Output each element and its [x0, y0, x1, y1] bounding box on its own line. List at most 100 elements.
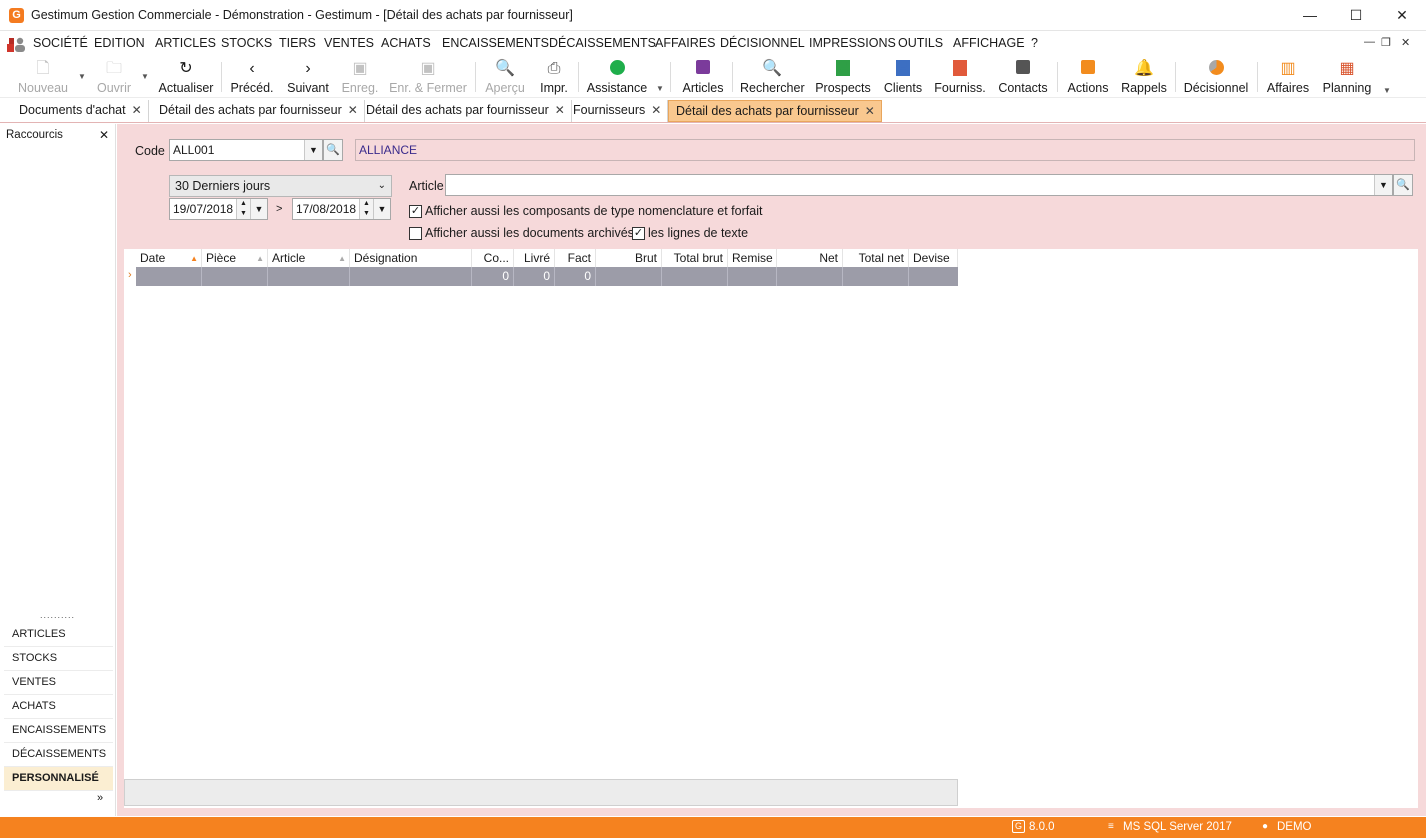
menu-impressions[interactable]: IMPRESSIONS	[809, 36, 896, 50]
new-dropdown-icon[interactable]: ▼	[78, 72, 86, 81]
tab-documents-achat[interactable]: Documents d'achat ✕	[19, 100, 149, 122]
column-header-remise[interactable]: Remise	[728, 249, 777, 267]
date-from-spinner[interactable]: ▲ ▼	[236, 199, 250, 219]
assistance-button[interactable]: Assistance	[586, 56, 648, 98]
minimize-button[interactable]: —	[1287, 0, 1333, 31]
tab-fournisseurs[interactable]: Fournisseurs ✕	[573, 100, 669, 122]
chevron-down-icon[interactable]: ▼	[1374, 175, 1392, 195]
suppliers-button[interactable]: Fourniss.	[934, 56, 986, 98]
menu-affichage[interactable]: AFFICHAGE	[953, 36, 1025, 50]
menu-outils[interactable]: OUTILS	[898, 36, 943, 50]
period-select[interactable]: 30 Derniers jours ⌄	[169, 175, 392, 197]
sidebar-item-stocks[interactable]: STOCKS	[4, 647, 113, 671]
menu-affaires[interactable]: AFFAIRES	[655, 36, 715, 50]
column-header-designation[interactable]: Désignation	[350, 249, 472, 267]
affaires-button[interactable]: ▥ Affaires	[1265, 56, 1311, 98]
column-header-total-net[interactable]: Total net	[843, 249, 909, 267]
cell-designation[interactable]	[350, 267, 472, 286]
column-header-fact[interactable]: Fact	[555, 249, 596, 267]
chevron-down-icon[interactable]: ▼	[250, 199, 267, 219]
mdi-minimize-button[interactable]: —	[1364, 36, 1375, 48]
tab-detail-achats-1[interactable]: Détail des achats par fournisseur ✕	[159, 100, 365, 122]
save-button[interactable]: ▣ Enreg.	[339, 56, 381, 98]
column-header-net[interactable]: Net	[777, 249, 843, 267]
menu-tiers[interactable]: TIERS	[279, 36, 316, 50]
toolbar-overflow-icon[interactable]: ▼	[1383, 86, 1391, 95]
decisionnel-button[interactable]: Décisionnel	[1183, 56, 1249, 98]
code-field[interactable]: ALL001 ▼	[169, 139, 323, 161]
menu-stocks[interactable]: STOCKS	[221, 36, 272, 50]
menu-decisionnel[interactable]: DÉCISIONNEL	[720, 36, 805, 50]
close-icon[interactable]: ✕	[132, 103, 142, 117]
cell-brut[interactable]	[596, 267, 662, 286]
column-header-brut[interactable]: Brut	[596, 249, 662, 267]
menu-societe[interactable]: SOCIÉTÉ	[33, 36, 88, 50]
reminders-button[interactable]: 🔔 Rappels	[1121, 56, 1167, 98]
sidebar-item-ventes[interactable]: VENTES	[4, 671, 113, 695]
mdi-restore-button[interactable]: ❐	[1381, 36, 1391, 49]
close-button[interactable]: ✕	[1379, 0, 1425, 31]
date-from-field[interactable]: 19/07/2018 ▲ ▼ ▼	[169, 198, 268, 220]
open-dropdown-icon[interactable]: ▼	[141, 72, 149, 81]
cell-piece[interactable]	[202, 267, 268, 286]
table-row[interactable]: 0 0 0	[136, 267, 958, 286]
contacts-button[interactable]: Contacts	[997, 56, 1049, 98]
menu-help[interactable]: ?	[1031, 36, 1038, 50]
close-icon[interactable]: ✕	[865, 104, 875, 118]
sidebar-item-achats[interactable]: ACHATS	[4, 695, 113, 719]
toolbar-overflow-icon[interactable]: ▼	[656, 84, 664, 93]
article-search-button[interactable]: 🔍	[1393, 174, 1413, 196]
menu-edition[interactable]: EDITION	[94, 36, 145, 50]
purchases-grid[interactable]: Date ▲ Pièce ▲ Article ▲ Désignation Co... …	[124, 249, 1418, 808]
date-to-field[interactable]: 17/08/2018 ▲ ▼ ▼	[292, 198, 391, 220]
menu-decaissements[interactable]: DÉCAISSEMENTS	[549, 36, 656, 50]
refresh-button[interactable]: ↻ Actualiser	[157, 56, 215, 98]
column-header-livre[interactable]: Livré	[514, 249, 555, 267]
actions-button[interactable]: Actions	[1065, 56, 1111, 98]
cell-date[interactable]	[136, 267, 202, 286]
maximize-button[interactable]: ☐	[1333, 0, 1379, 31]
article-field[interactable]: ▼	[445, 174, 1393, 196]
text-lines-checkbox[interactable]: ✓	[632, 227, 645, 240]
cell-net[interactable]	[777, 267, 843, 286]
close-icon[interactable]: ✕	[555, 103, 565, 117]
save-close-button[interactable]: ▣ Enr. & Fermer	[389, 56, 467, 98]
cell-total-net[interactable]	[843, 267, 909, 286]
cell-commande[interactable]: 0	[472, 267, 514, 286]
column-header-total-brut[interactable]: Total brut	[662, 249, 728, 267]
sidebar-item-encaissements[interactable]: ENCAISSEMENTS	[4, 719, 113, 743]
cell-remise[interactable]	[728, 267, 777, 286]
menu-achats[interactable]: ACHATS	[381, 36, 431, 50]
nomenclature-checkbox[interactable]: ✓	[409, 205, 422, 218]
new-button[interactable]: 🗋 Nouveau	[14, 56, 72, 98]
splitter-grip[interactable]: ..........	[40, 610, 75, 620]
column-header-devise[interactable]: Devise	[909, 249, 958, 267]
cell-fact[interactable]: 0	[555, 267, 596, 286]
code-search-button[interactable]: 🔍	[323, 139, 343, 161]
column-header-date[interactable]: Date ▲	[136, 249, 202, 267]
planning-button[interactable]: ▦ Planning	[1320, 56, 1374, 98]
date-to-spinner[interactable]: ▲ ▼	[359, 199, 373, 219]
cell-livre[interactable]: 0	[514, 267, 555, 286]
chevron-down-icon[interactable]: ▼	[373, 199, 390, 219]
sidebar-item-articles[interactable]: ARTICLES	[4, 623, 113, 647]
tab-detail-achats-2[interactable]: Détail des achats par fournisseur ✕	[366, 100, 572, 122]
print-button[interactable]: ⎙ Impr.	[536, 56, 572, 98]
archived-checkbox[interactable]	[409, 227, 422, 240]
sidebar-item-personnalise[interactable]: PERSONNALISÉ	[4, 767, 113, 791]
search-button[interactable]: 🔍 Rechercher	[740, 56, 805, 98]
open-button[interactable]: 🗀 Ouvrir	[90, 56, 138, 98]
column-header-commande[interactable]: Co...	[472, 249, 514, 267]
sidebar-more-icon[interactable]: »	[97, 792, 103, 804]
mdi-close-button[interactable]: ✕	[1401, 36, 1410, 49]
column-header-piece[interactable]: Pièce ▲	[202, 249, 268, 267]
close-icon[interactable]: ✕	[348, 103, 358, 117]
menu-articles[interactable]: ARTICLES	[155, 36, 216, 50]
sidebar-item-decaissements[interactable]: DÉCAISSEMENTS	[4, 743, 113, 767]
chevron-down-icon[interactable]: ▼	[304, 140, 322, 160]
cell-total-brut[interactable]	[662, 267, 728, 286]
clients-button[interactable]: Clients	[881, 56, 925, 98]
column-header-article[interactable]: Article ▲	[268, 249, 350, 267]
menu-encaissements[interactable]: ENCAISSEMENTS	[442, 36, 549, 50]
prospects-button[interactable]: Prospects	[815, 56, 871, 98]
